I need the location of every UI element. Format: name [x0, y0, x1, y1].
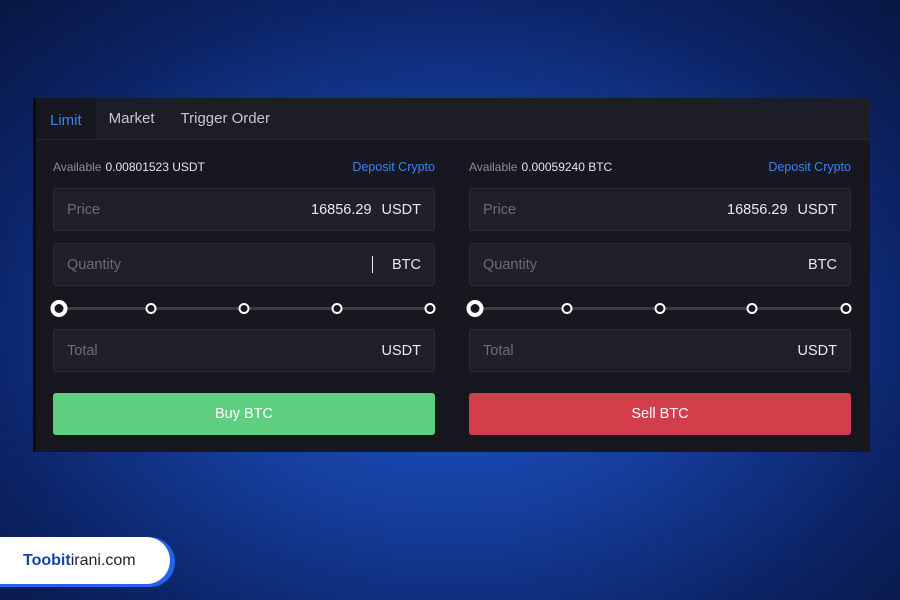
buy-slider-mark-50[interactable]: [238, 303, 250, 314]
sell-price-placeholder: Price: [483, 201, 517, 218]
tab-trigger-order-label: Trigger Order: [180, 110, 270, 127]
brand-name-bold: Toobit: [23, 551, 71, 569]
trade-panel: Limit Market Trigger Order Available 0.0…: [33, 98, 870, 452]
sell-quantity-placeholder: Quantity: [483, 256, 537, 273]
buy-total-placeholder: Total: [67, 342, 98, 359]
text-cursor: [371, 256, 373, 273]
tab-limit[interactable]: Limit: [36, 98, 96, 139]
sell-available-value: 0.00059240 BTC: [521, 160, 613, 174]
sell-price-field[interactable]: Price 16856.29 USDT: [469, 188, 851, 231]
sell-total-field[interactable]: Total USDT: [469, 329, 851, 372]
sell-total-placeholder: Total: [483, 342, 514, 359]
sell-available-row: Available 0.00059240 BTC Deposit Crypto: [469, 158, 851, 176]
sell-slider-mark-50[interactable]: [654, 303, 666, 314]
sell-price-value: 16856.29: [727, 201, 788, 218]
buy-available-label: Available: [53, 160, 102, 174]
sell-slider-mark-75[interactable]: [746, 303, 758, 314]
order-type-tabs: Limit Market Trigger Order: [36, 98, 870, 140]
buy-available-value: 0.00801523 USDT: [105, 160, 205, 174]
sell-amount-slider[interactable]: [466, 299, 852, 317]
buy-total-field[interactable]: Total USDT: [53, 329, 435, 372]
buy-available-row: Available 0.00801523 USDT Deposit Crypto: [53, 158, 435, 176]
buy-slider-handle[interactable]: [50, 300, 68, 317]
buy-total-unit: USDT: [381, 342, 421, 359]
sell-quantity-field[interactable]: Quantity BTC: [469, 243, 851, 286]
tab-limit-label: Limit: [50, 112, 82, 129]
sell-slider-mark-25[interactable]: [561, 303, 573, 314]
buy-quantity-field[interactable]: Quantity BTC: [53, 243, 435, 286]
buy-form: Available 0.00801523 USDT Deposit Crypto…: [50, 158, 436, 435]
buy-price-value: 16856.29: [311, 201, 372, 218]
buy-price-field[interactable]: Price 16856.29 USDT: [53, 188, 435, 231]
buy-amount-slider[interactable]: [50, 299, 436, 317]
tab-market-label: Market: [108, 110, 155, 127]
sell-available-label: Available: [469, 160, 518, 174]
sell-quantity-unit: BTC: [808, 256, 837, 273]
buy-price-unit: USDT: [381, 201, 421, 218]
brand-name-rest: irani.com: [70, 551, 136, 569]
sell-price-unit: USDT: [797, 201, 837, 218]
buy-quantity-unit: BTC: [392, 256, 421, 273]
brand-watermark: Toobit irani.com: [0, 537, 170, 584]
sell-btc-button[interactable]: Sell BTC: [469, 393, 851, 435]
buy-price-placeholder: Price: [67, 201, 101, 218]
buy-slider-mark-100[interactable]: [424, 303, 436, 314]
sell-slider-mark-100[interactable]: [840, 303, 852, 314]
sell-form: Available 0.00059240 BTC Deposit Crypto …: [466, 158, 852, 435]
sell-slider-handle[interactable]: [466, 300, 484, 317]
buy-slider-mark-75[interactable]: [331, 303, 343, 314]
tab-market[interactable]: Market: [96, 98, 168, 139]
buy-quantity-placeholder: Quantity: [67, 256, 121, 273]
buy-slider-mark-25[interactable]: [145, 303, 157, 314]
tab-trigger-order[interactable]: Trigger Order: [168, 98, 283, 139]
sell-deposit-crypto-link[interactable]: Deposit Crypto: [768, 160, 851, 174]
sell-total-unit: USDT: [797, 342, 837, 359]
brand-badge: Toobit irani.com: [0, 537, 175, 587]
buy-deposit-crypto-link[interactable]: Deposit Crypto: [352, 160, 435, 174]
buy-btc-button[interactable]: Buy BTC: [53, 393, 435, 435]
